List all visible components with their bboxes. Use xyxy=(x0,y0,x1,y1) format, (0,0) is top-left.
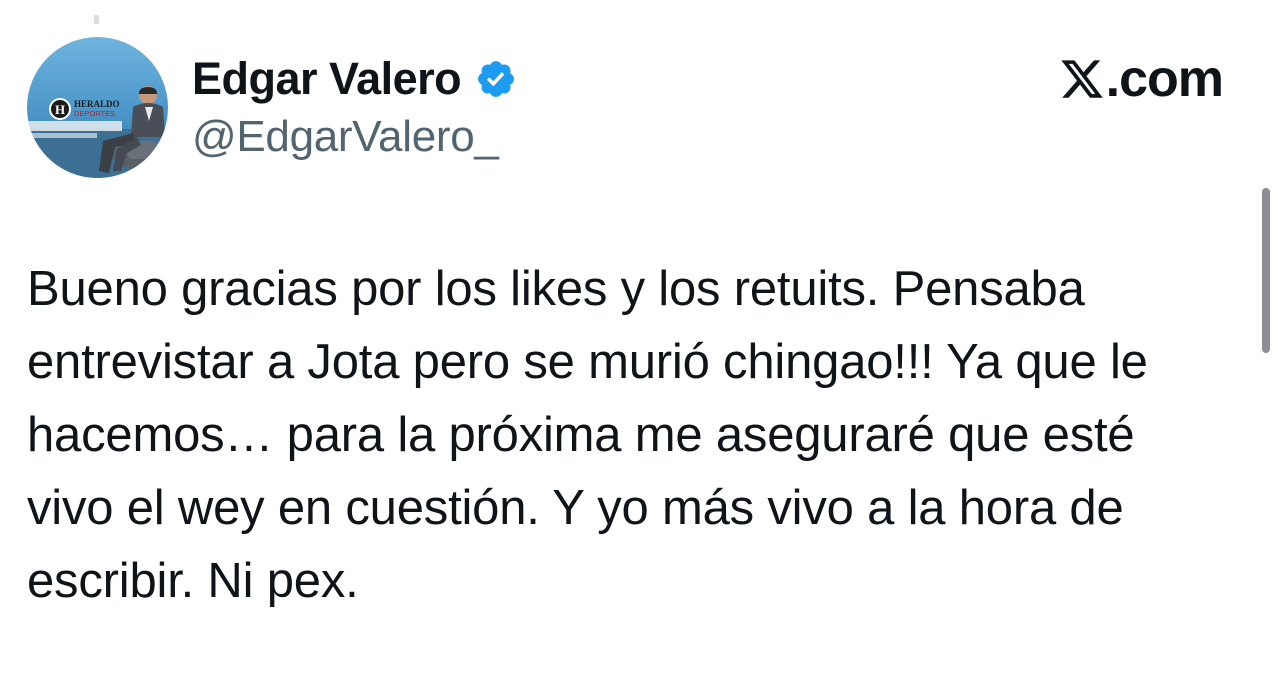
tweet-text-line: Bueno gracias por los likes y los retuit… xyxy=(27,262,1085,316)
tweet-text-line: escribir. Ni pex. xyxy=(27,554,359,608)
author-display-name[interactable]: Edgar Valero xyxy=(192,53,462,105)
tweet-text-line: vivo el wey en cuestión. Y yo más vivo a… xyxy=(27,481,1124,535)
tweet-screenshot: H HERALDO DEPORTES Edgar Valero @EdgarVa… xyxy=(0,0,1280,674)
brand-watermark: .com xyxy=(1059,50,1224,108)
avatar-logo-line-1: HERALDO xyxy=(74,99,120,109)
tweet-text: Bueno gracias por los likes y los retuit… xyxy=(27,253,1259,618)
avatar-logo-line-2: DEPORTES xyxy=(74,109,115,118)
tweet-text-line: entrevistar a Jota pero se murió chingao… xyxy=(27,335,1148,389)
avatar-image: H HERALDO DEPORTES xyxy=(27,37,168,178)
tweet-text-line: hacemos… para la próxima me aseguraré qu… xyxy=(27,408,1135,462)
scrollbar[interactable] xyxy=(1262,188,1270,353)
verified-badge-icon[interactable] xyxy=(475,58,517,100)
top-edge-mark xyxy=(94,15,99,24)
brand-suffix: .com xyxy=(1105,50,1224,108)
author-name-row: Edgar Valero xyxy=(192,53,517,105)
x-logo-icon xyxy=(1059,56,1105,102)
avatar-logo-letter: H xyxy=(55,102,65,117)
author-handle[interactable]: @EdgarValero_ xyxy=(192,112,499,162)
avatar[interactable]: H HERALDO DEPORTES xyxy=(27,37,168,178)
